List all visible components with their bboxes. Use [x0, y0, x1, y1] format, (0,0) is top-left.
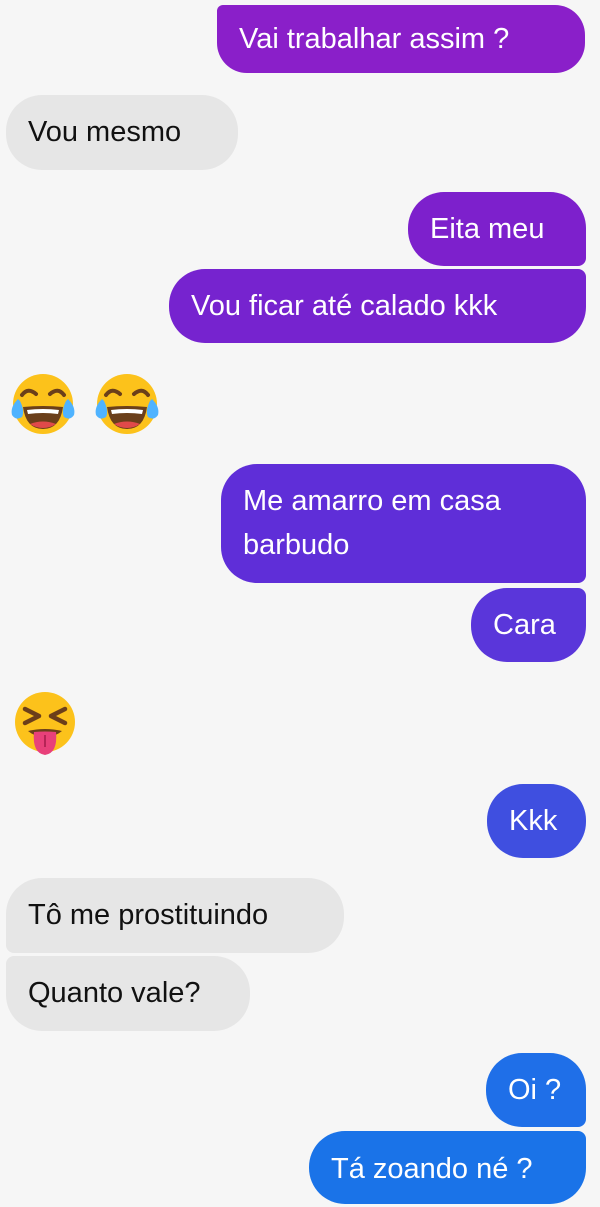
- message-sent[interactable]: Oi ?: [486, 1053, 586, 1127]
- message-received[interactable]: Quanto vale?: [6, 956, 250, 1031]
- message-sent[interactable]: Tá zoando né ?: [309, 1131, 586, 1204]
- message-received[interactable]: Tô me prostituindo: [6, 878, 344, 953]
- message-line: Me amarro em casa: [243, 485, 501, 517]
- face-with-tears-of-joy-icon: [8, 369, 78, 439]
- message-sent[interactable]: Eita meu: [408, 192, 586, 266]
- message-received[interactable]: Vou mesmo: [6, 95, 238, 170]
- message-sent[interactable]: Vai trabalhar assim ?: [217, 5, 585, 73]
- message-line: barbudo: [243, 529, 350, 561]
- message-sent[interactable]: Cara: [471, 588, 586, 662]
- face-with-tears-of-joy-icon: [92, 369, 162, 439]
- message-sent[interactable]: Kkk: [487, 784, 586, 858]
- squinting-face-with-tongue-icon: [10, 687, 80, 757]
- chat-thread: Vai trabalhar assim ? Vou mesmo Eita meu…: [0, 0, 600, 1204]
- message-sent[interactable]: Vou ficar até calado kkk: [169, 269, 586, 343]
- message-sent[interactable]: Me amarro em casa barbudo: [221, 464, 586, 583]
